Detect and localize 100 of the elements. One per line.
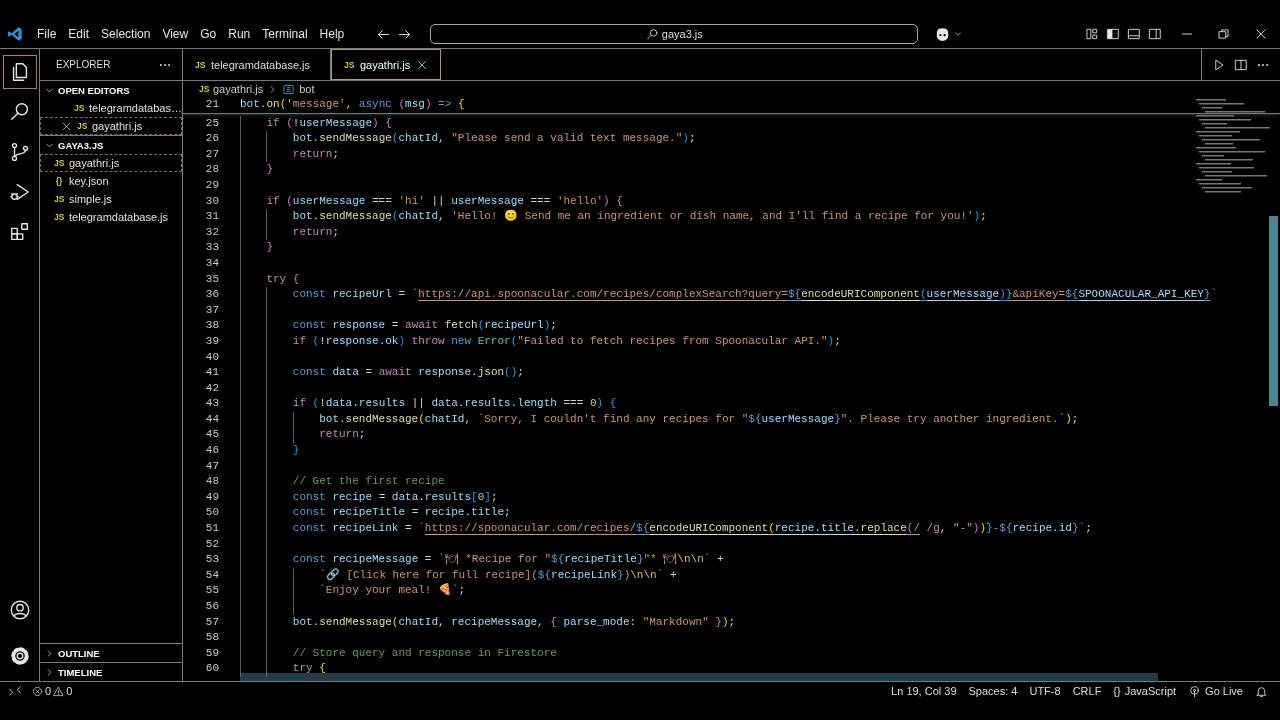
status-item[interactable]: Spaces: 4 (968, 685, 1018, 697)
secondary-sidebar-icon[interactable] (1148, 27, 1162, 41)
menu-item[interactable]: Selection (95, 25, 157, 43)
file-type-icon: JS (54, 212, 64, 222)
line-number: 55 (204, 583, 219, 599)
status-item[interactable]: Ln 19, Col 39 (891, 685, 957, 697)
code-line: try { (240, 271, 300, 288)
menu-item[interactable]: Terminal (256, 25, 314, 43)
broadcast-icon (1188, 684, 1202, 698)
code-line: `🔗 [Click here for full recipe](${recipeLink})\n\n` + (240, 567, 677, 584)
close-icon[interactable] (61, 120, 72, 132)
line-number: 31 (204, 209, 219, 225)
run-icon[interactable] (1212, 57, 1226, 72)
extensions-icon (8, 221, 31, 243)
code-line: bot.sendMessage(chatId, 'Hello! 😊 Send me an ingredient or dish name, and I'll find a recipe for you!'); (240, 209, 987, 225)
file-type-icon: JS (74, 103, 84, 113)
explorer-row[interactable]: JS simple.js (40, 190, 182, 208)
file-name: gayathri.js (92, 120, 143, 132)
menu-item[interactable]: View (156, 25, 195, 43)
chevron-down-icon[interactable] (953, 29, 964, 39)
settings-icon[interactable] (8, 645, 31, 667)
code-line: const recipe = data.results[0]; (240, 489, 498, 506)
section-header[interactable]: OPEN EDITORS (40, 81, 182, 99)
close-icon[interactable] (416, 58, 429, 71)
line-number: 33 (204, 240, 219, 256)
activity-button[interactable] (2, 55, 37, 89)
line-number: 30 (204, 193, 219, 209)
code-line: if (!response.ok) throw new Error("Failed to fetch recipes from Spoonacular API."); (240, 333, 841, 350)
code-line: bot.sendMessage(chatId, recipeMessage, { parse_mode: "Markdown" }); (240, 614, 736, 631)
code-line: const response = await fetch(recipeUrl); (240, 318, 557, 334)
search-icon (645, 27, 659, 41)
split-editor-icon[interactable] (1234, 57, 1248, 72)
close-icon[interactable] (1254, 27, 1268, 41)
code-line: if (!userMessage) { (240, 115, 392, 132)
error-icon (32, 685, 43, 697)
code-line: } (240, 162, 273, 178)
line-number: 43 (204, 396, 219, 412)
line-number: 53 (204, 552, 219, 568)
menu-item[interactable]: Help (313, 25, 351, 43)
go-live-button[interactable]: Go Live (1205, 685, 1243, 697)
line-number: 42 (204, 380, 219, 396)
tab-label: telegramdatabase.js (211, 58, 311, 71)
warning-icon (53, 685, 65, 697)
section-header[interactable]: OUTLINE (40, 643, 182, 662)
code-line: // Get the first recipe (240, 474, 445, 490)
code-line: const data = await response.json(); (240, 365, 524, 381)
code-line: // Store query and response in Firestore (240, 645, 557, 662)
file-type-icon: JS (54, 194, 64, 204)
explorer-row[interactable]: JS telegramdatabase.js (40, 208, 182, 226)
search-text: gaya3.js (661, 28, 703, 40)
remote-icon[interactable] (8, 684, 22, 698)
code-line: return; (240, 146, 339, 163)
section-header[interactable]: TIMELINE (40, 662, 182, 681)
file-name: telegramdatabas… (89, 102, 182, 114)
breadcrumb-item[interactable]: gayathri.js (213, 83, 264, 95)
menu-item[interactable]: Edit (62, 25, 96, 43)
line-number: 48 (204, 474, 219, 490)
section-title: TIMELINE (58, 666, 103, 678)
menu-item[interactable]: Run (222, 25, 257, 43)
file-type-icon: JS (77, 121, 87, 131)
file-type-icon: JS (54, 158, 64, 168)
braces-icon: {} (1113, 685, 1121, 697)
symbol-icon (282, 83, 296, 95)
status-item[interactable]: CRLF (1072, 685, 1102, 697)
status-item[interactable]: UTF-8 (1029, 685, 1061, 697)
line-number: 41 (204, 365, 219, 381)
code-line: } (240, 443, 300, 459)
line-number: 47 (204, 458, 219, 474)
explorer-row[interactable]: JS telegramdatabas… (40, 99, 182, 117)
line-number: 54 (204, 567, 219, 583)
account-icon[interactable] (8, 599, 31, 621)
editor-tab[interactable]: JS gayathri.js (331, 49, 442, 80)
breadcrumb-item[interactable]: bot (299, 83, 315, 95)
line-number: 45 (204, 427, 219, 443)
restore-icon[interactable] (1217, 27, 1231, 41)
line-number: 34 (204, 255, 219, 271)
notification-bell-icon[interactable] (1255, 684, 1268, 698)
line-number: 37 (204, 302, 219, 318)
line-number: 40 (204, 349, 219, 365)
section-header[interactable]: GAYA3.JS (40, 135, 182, 154)
customize-layout-icon[interactable] (1085, 27, 1099, 41)
search-field[interactable]: gaya3.js (430, 24, 919, 44)
explorer-row[interactable]: {} key.json (40, 172, 182, 190)
code-line: bot.sendMessage(chatId, `Sorry, I couldn't find any recipes for "${userMessage}". Please try another ingredient.`); (240, 411, 1079, 428)
file-name: simple.js (69, 193, 112, 205)
code-line: const recipeMessage = `🍽 *Recipe for "${recipeTitle}"* 🍽\n\n` + (240, 552, 724, 568)
sidebar-toggle-icon[interactable] (1106, 27, 1120, 41)
line-number: 52 (204, 536, 219, 552)
explorer-row[interactable]: JS gayathri.js (40, 117, 182, 135)
file-type-icon: JS (199, 84, 209, 94)
explorer-row[interactable]: JS gayathri.js (40, 154, 182, 172)
vertical-scrollbar[interactable] (1269, 216, 1278, 406)
language-mode[interactable]: JavaScript (1124, 685, 1177, 697)
line-number: 39 (204, 333, 219, 349)
menu-item[interactable]: File (31, 25, 63, 43)
menu-item[interactable]: Go (194, 25, 223, 43)
code-line: bot.sendMessage(chatId, "Please send a valid text message."); (240, 131, 696, 147)
panel-toggle-icon[interactable] (1127, 27, 1141, 41)
line-number: 51 (204, 521, 219, 537)
horizontal-scrollbar[interactable] (240, 673, 1158, 681)
